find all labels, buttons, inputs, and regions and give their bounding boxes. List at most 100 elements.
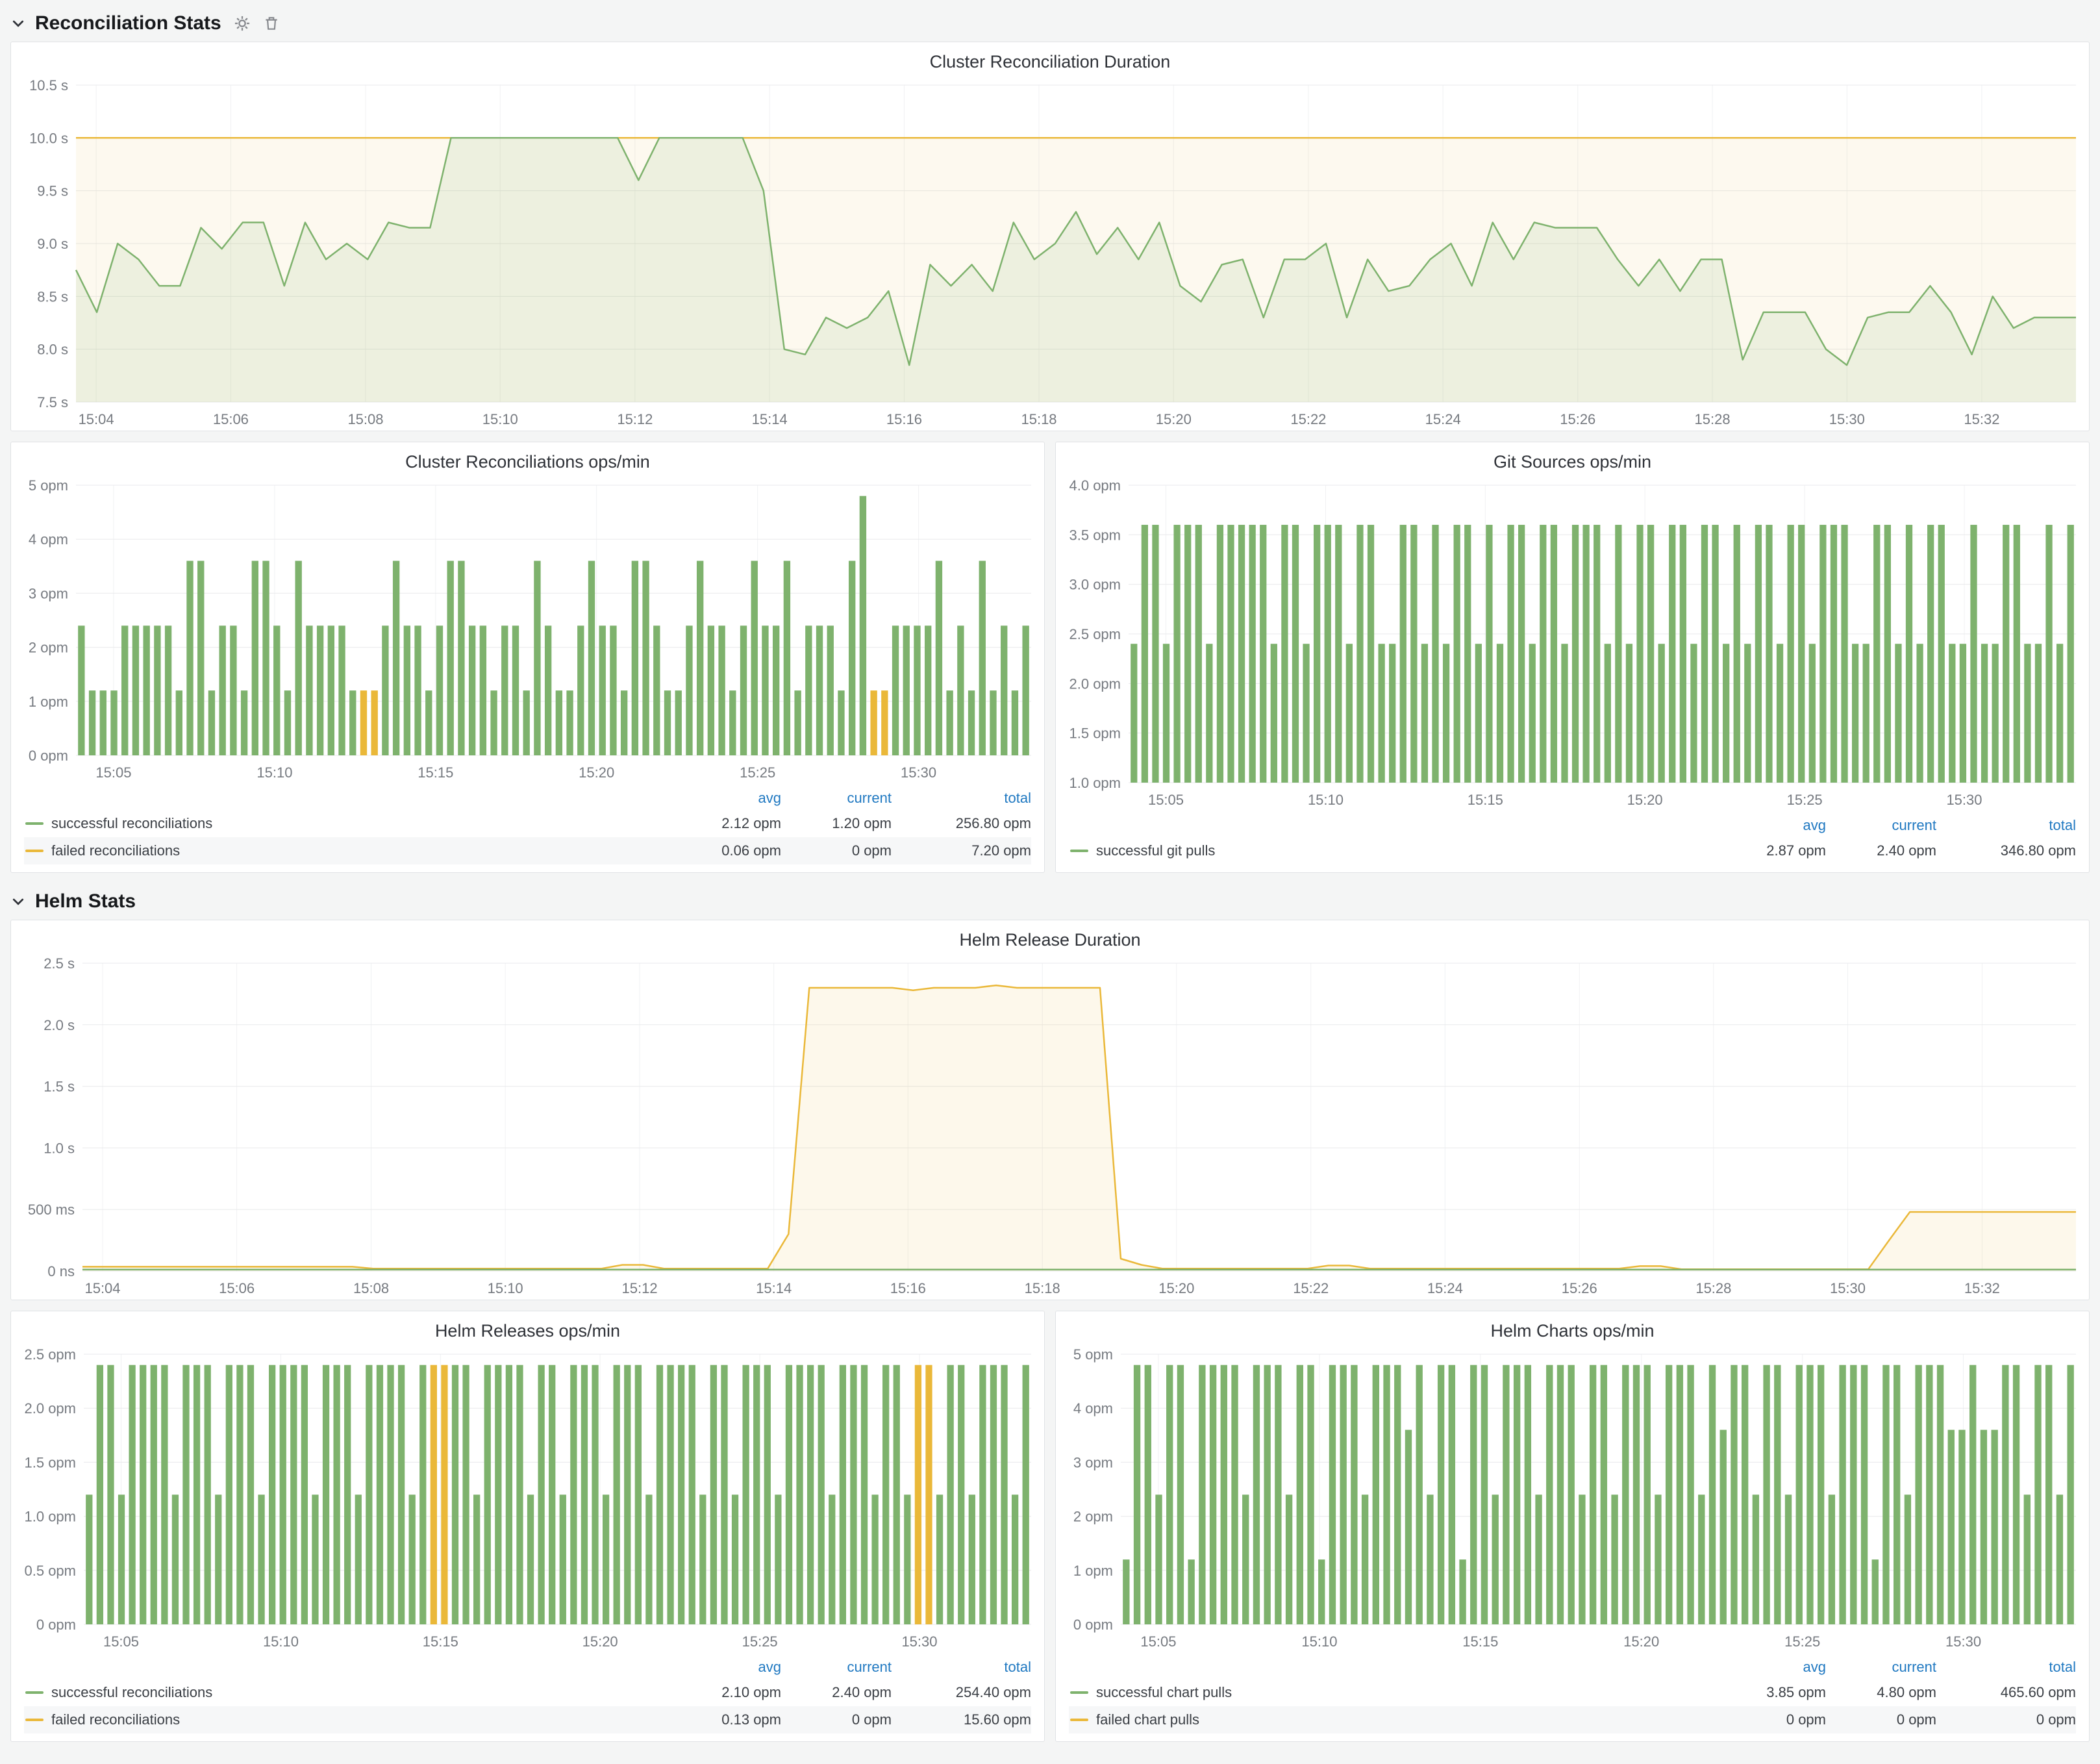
legend-series-label[interactable]: failed chart pulls <box>1096 1711 1199 1728</box>
grafana-dashboard: Reconciliation Stats Cluster Reconciliat… <box>0 0 2100 1763</box>
row-reconciliation-ops: Cluster Reconciliations ops/min 15:0515:… <box>10 442 2090 873</box>
panel-git-sources-ops: Git Sources ops/min 15:0515:1015:1515:20… <box>1055 442 2090 873</box>
legend-series-label[interactable]: successful reconciliations <box>51 1684 212 1701</box>
svg-text:3.0 opm: 3.0 opm <box>1069 577 1121 593</box>
legend-header-current[interactable]: current <box>781 790 892 807</box>
legend-header-current[interactable]: current <box>1826 817 1936 834</box>
svg-text:15:25: 15:25 <box>1784 1633 1820 1650</box>
helm-charts-ops-chart[interactable]: 15:0515:1015:1515:2015:2515:305 opm4 opm… <box>1056 1345 2089 1653</box>
svg-text:15:26: 15:26 <box>1562 1280 1597 1296</box>
svg-text:15:15: 15:15 <box>418 764 453 781</box>
panel-title[interactable]: Helm Charts ops/min <box>1056 1311 2089 1345</box>
legend-total-value: 346.80 opm <box>1936 842 2076 859</box>
legend-header-total[interactable]: total <box>892 1659 1031 1676</box>
legend-current-value: 2.40 opm <box>781 1684 892 1701</box>
collapse-chevron-icon[interactable] <box>10 894 26 909</box>
legend-avg-value: 3.85 opm <box>1716 1684 1826 1701</box>
chart-svg: 15:0415:0615:0815:1015:1215:1415:1615:18… <box>11 76 2089 431</box>
panel-cluster-reconciliation-duration: Cluster Reconciliation Duration 15:04 15:… <box>10 42 2090 431</box>
svg-text:15:25: 15:25 <box>1787 792 1823 808</box>
legend-row: successful reconciliations 2.12 opm 1.20… <box>24 810 1031 837</box>
legend-row: failed reconciliations 0.13 opm 0 opm 15… <box>24 1706 1031 1733</box>
panel-title[interactable]: Cluster Reconciliations ops/min <box>11 442 1044 476</box>
legend-header-total[interactable]: total <box>892 790 1031 807</box>
helm-release-duration-chart[interactable]: 15:0415:0615:0815:1015:1215:1415:1615:18… <box>11 954 2089 1300</box>
svg-text:15:28: 15:28 <box>1695 411 1731 427</box>
svg-text:15:06: 15:06 <box>213 411 249 427</box>
legend-header-total[interactable]: total <box>1936 1659 2076 1676</box>
legend-series-label[interactable]: failed reconciliations <box>51 1711 180 1728</box>
svg-text:15:28: 15:28 <box>1695 1280 1731 1296</box>
svg-text:15:30: 15:30 <box>901 1633 937 1650</box>
svg-text:15:04: 15:04 <box>79 411 114 427</box>
git-sources-ops-chart[interactable]: 15:0515:1015:1515:2015:2515:304.0 opm3.5… <box>1056 476 2089 811</box>
legend-avg-value: 2.12 opm <box>671 815 781 832</box>
legend-header-row: avg current total <box>24 787 1031 810</box>
svg-text:15:10: 15:10 <box>1308 792 1344 808</box>
legend-series-label[interactable]: successful chart pulls <box>1096 1684 1232 1701</box>
legend-header-current[interactable]: current <box>781 1659 892 1676</box>
svg-text:15:12: 15:12 <box>622 1280 658 1296</box>
svg-text:4.0 opm: 4.0 opm <box>1069 477 1121 494</box>
legend-header-avg[interactable]: avg <box>671 1659 781 1676</box>
legend-current-value: 0 opm <box>1826 1711 1936 1728</box>
legend-current-value: 1.20 opm <box>781 815 892 832</box>
legend-current-value: 0 opm <box>781 842 892 859</box>
series-color-marker <box>1070 1691 1088 1694</box>
legend-header-total[interactable]: total <box>1936 817 2076 834</box>
chart-svg: 15:0415:0615:0815:1015:1215:1415:1615:18… <box>11 954 2089 1300</box>
chart-svg: 15:0515:1015:1515:2015:2515:305 opm4 opm… <box>11 476 1044 784</box>
section-header-helm-stats: Helm Stats <box>10 883 2090 920</box>
legend-header-current[interactable]: current <box>1826 1659 1936 1676</box>
section-header-reconciliation-stats: Reconciliation Stats <box>10 5 2090 42</box>
collapse-chevron-icon[interactable] <box>10 16 26 31</box>
svg-text:0 opm: 0 opm <box>36 1617 76 1633</box>
svg-text:15:32: 15:32 <box>1964 411 1999 427</box>
svg-text:0.5 opm: 0.5 opm <box>25 1563 77 1579</box>
svg-text:9.5 s: 9.5 s <box>37 183 68 199</box>
svg-text:1 opm: 1 opm <box>1073 1563 1113 1579</box>
panel-title[interactable]: Helm Release Duration <box>11 920 2089 954</box>
legend-row: failed reconciliations 0.06 opm 0 opm 7.… <box>24 837 1031 864</box>
legend-header-avg[interactable]: avg <box>1716 1659 1826 1676</box>
legend-avg-value: 0.13 opm <box>671 1711 781 1728</box>
trash-icon[interactable] <box>263 15 280 32</box>
svg-text:15:30: 15:30 <box>1829 411 1865 427</box>
legend-series-label[interactable]: successful git pulls <box>1096 842 1215 859</box>
svg-text:15:14: 15:14 <box>756 1280 792 1296</box>
svg-text:15:04: 15:04 <box>84 1280 120 1296</box>
svg-text:15:18: 15:18 <box>1021 411 1056 427</box>
svg-text:4 opm: 4 opm <box>29 531 68 548</box>
section-title[interactable]: Reconciliation Stats <box>35 12 221 34</box>
legend-row: successful chart pulls 3.85 opm 4.80 opm… <box>1069 1679 2076 1706</box>
svg-text:5 opm: 5 opm <box>29 477 68 494</box>
svg-text:3 opm: 3 opm <box>1073 1454 1113 1470</box>
svg-text:2.0 opm: 2.0 opm <box>25 1400 77 1417</box>
svg-text:2.5 opm: 2.5 opm <box>25 1346 77 1363</box>
gear-icon[interactable] <box>233 14 251 32</box>
panel-title[interactable]: Cluster Reconciliation Duration <box>11 42 2089 76</box>
series-color-marker <box>25 850 44 852</box>
legend-header-avg[interactable]: avg <box>671 790 781 807</box>
panel-title[interactable]: Git Sources ops/min <box>1056 442 2089 476</box>
cluster-reconciliations-ops-chart[interactable]: 15:0515:1015:1515:2015:2515:305 opm4 opm… <box>11 476 1044 784</box>
panel-helm-releases-ops: Helm Releases ops/min 15:0515:1015:1515:… <box>10 1311 1045 1742</box>
legend-series-label[interactable]: successful reconciliations <box>51 815 212 832</box>
legend: avg current total successful chart pulls… <box>1056 1653 2089 1741</box>
svg-text:9.0 s: 9.0 s <box>37 236 68 252</box>
legend: avg current total successful git pulls 2… <box>1056 811 2089 872</box>
svg-text:15:15: 15:15 <box>423 1633 458 1650</box>
legend-avg-value: 0.06 opm <box>671 842 781 859</box>
svg-text:15:20: 15:20 <box>1158 1280 1194 1296</box>
legend-header-avg[interactable]: avg <box>1716 817 1826 834</box>
svg-text:15:06: 15:06 <box>219 1280 255 1296</box>
svg-text:8.5 s: 8.5 s <box>37 288 68 305</box>
legend-total-value: 254.40 opm <box>892 1684 1031 1701</box>
svg-text:15:10: 15:10 <box>488 1280 523 1296</box>
legend-current-value: 2.40 opm <box>1826 842 1936 859</box>
cluster-reconciliation-duration-chart[interactable]: 15:0415:0615:0815:1015:1215:1415:1615:18… <box>11 76 2089 431</box>
helm-releases-ops-chart[interactable]: 15:0515:1015:1515:2015:2515:302.5 opm2.0… <box>11 1345 1044 1653</box>
legend-series-label[interactable]: failed reconciliations <box>51 842 180 859</box>
section-title[interactable]: Helm Stats <box>35 890 136 913</box>
panel-title[interactable]: Helm Releases ops/min <box>11 1311 1044 1345</box>
